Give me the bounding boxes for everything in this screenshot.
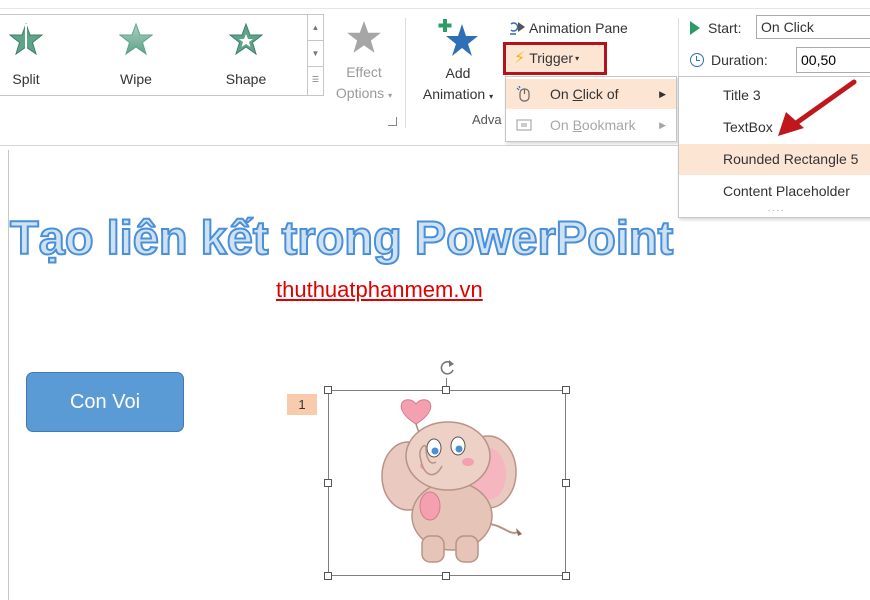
rotate-handle-icon[interactable] — [437, 358, 457, 378]
trigger-button[interactable]: ⚡ Trigger ▾ — [503, 42, 607, 75]
chevron-right-icon: ▶ — [659, 89, 666, 99]
add-animation-label-line2: Animation — [422, 86, 486, 102]
bookmark-icon — [516, 119, 532, 131]
effect-options-label: Options ▾ — [330, 85, 398, 101]
start-row: Start: — [690, 16, 741, 40]
split-star-icon — [9, 23, 43, 56]
effect-star-icon — [347, 21, 381, 53]
menu-item-accelerator: C — [572, 86, 583, 102]
clock-icon — [690, 53, 704, 67]
animation-pane-label: Animation Pane — [529, 20, 628, 36]
menu-item-on-click-of[interactable]: On Click of ▶ — [506, 79, 676, 109]
menu-item-text: On — [550, 117, 573, 133]
resize-handle[interactable] — [324, 386, 332, 394]
wipe-star-icon — [119, 23, 153, 56]
chevron-down-icon: ▾ — [575, 54, 580, 63]
submenu-item-rounded-rectangle[interactable]: Rounded Rectangle 5 — [679, 144, 870, 175]
gallery-item-split[interactable]: Split — [0, 15, 66, 95]
start-label: Start: — [708, 20, 742, 36]
gallery-item-shape[interactable]: Shape — [206, 15, 286, 95]
slide-title[interactable]: Tạo liên kết trong PowerPoint — [9, 208, 770, 268]
submenu-item-content-placeholder[interactable]: Content Placeholder — [679, 176, 870, 207]
resize-handle[interactable] — [562, 386, 570, 394]
animation-pane-icon — [510, 22, 525, 35]
add-animation-button[interactable]: Add Animation ▾ — [412, 14, 504, 114]
animation-order-tag[interactable]: 1 — [287, 394, 317, 415]
menu-item-accelerator: B — [572, 117, 582, 133]
add-animation-label: Animation ▾ — [412, 86, 504, 102]
effect-options-label: Effect — [346, 64, 382, 80]
effect-options-button[interactable]: Effect Options ▾ — [330, 14, 398, 114]
resize-handle[interactable] — [324, 479, 332, 487]
slide-hyperlink[interactable]: thuthuatphanmem.vn — [276, 277, 483, 303]
gallery-scroll-up-icon[interactable]: ▲ — [308, 15, 323, 41]
resize-handle[interactable] — [324, 572, 332, 580]
menu-item-on-bookmark[interactable]: On Bookmark ▶ — [506, 110, 676, 140]
trigger-label: Trigger — [529, 50, 574, 66]
mouse-click-icon — [516, 86, 530, 102]
effect-options-label-line2: Options — [335, 85, 385, 101]
chevron-right-icon: ▶ — [659, 120, 666, 130]
duration-label: Duration: — [711, 52, 768, 68]
dialog-launcher-icon[interactable] — [388, 117, 397, 126]
animation-pane-button[interactable]: Animation Pane — [508, 17, 628, 39]
gallery-item-label: Split — [12, 71, 40, 87]
add-animation-label: Add — [445, 65, 471, 81]
play-icon — [690, 21, 700, 35]
lightning-bolt-icon: ⚡ — [514, 50, 526, 67]
start-select[interactable]: On Click — [756, 15, 870, 39]
trigger-menu: On Click of ▶ On Bookmark ▶ — [505, 76, 677, 142]
resize-handle[interactable] — [562, 572, 570, 580]
resize-handle[interactable] — [442, 386, 450, 394]
chevron-down-icon: ▾ — [388, 91, 393, 100]
gallery-item-wipe[interactable]: Wipe — [96, 15, 176, 95]
gallery-item-label: Shape — [225, 71, 267, 87]
menu-item-text: ookmark — [581, 117, 636, 133]
resize-handle[interactable] — [442, 572, 450, 580]
slide-edge — [8, 150, 9, 600]
shape-star-icon — [229, 23, 263, 56]
menu-item-text: On — [550, 86, 573, 102]
gallery-item-label: Wipe — [120, 71, 152, 87]
animation-gallery: Split Wipe Shape ▲ ▼ ☰ — [0, 14, 324, 96]
rounded-rectangle-shape[interactable]: Con Voi — [26, 372, 184, 432]
duration-input[interactable]: 00,50 — [796, 47, 870, 73]
ribbon-divider — [0, 8, 870, 9]
advanced-animation-group-label: Adva — [472, 112, 502, 127]
duration-row: Duration: — [690, 48, 768, 72]
gallery-scroll-down-icon[interactable]: ▼ — [308, 41, 323, 67]
group-separator — [405, 18, 406, 128]
gallery-more-icon[interactable]: ☰ — [308, 67, 323, 93]
elephant-picture — [381, 399, 522, 563]
red-pointer-arrow-icon — [778, 79, 857, 136]
menu-item-text: lick of — [582, 86, 619, 102]
resize-handle[interactable] — [562, 479, 570, 487]
add-animation-star-icon — [438, 19, 478, 56]
gallery-scrollbar[interactable]: ▲ ▼ ☰ — [307, 15, 323, 95]
chevron-down-icon: ▾ — [489, 92, 494, 101]
